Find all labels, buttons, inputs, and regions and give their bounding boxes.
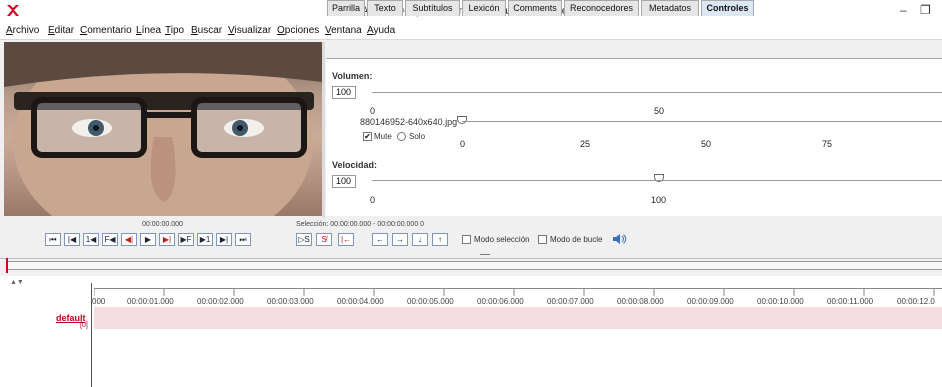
overview-strip[interactable]: [6, 261, 942, 270]
solo-label: Solo: [409, 132, 426, 141]
video-viewer[interactable]: [4, 42, 322, 216]
selection-mode-checkbox[interactable]: [462, 235, 471, 244]
previous-page-button[interactable]: |◀: [64, 233, 80, 246]
menu-opciones[interactable]: Opciones: [277, 25, 319, 36]
vertical-splitter[interactable]: [322, 42, 325, 218]
tier-up-button[interactable]: ↑: [432, 233, 448, 246]
current-time: 00:00:00.000: [142, 221, 183, 228]
menu-buscar[interactable]: Buscar: [191, 25, 222, 36]
tier-default-band[interactable]: [94, 307, 942, 329]
menu-linea[interactable]: Línea: [136, 25, 161, 36]
tab-comments[interactable]: Comments: [508, 0, 562, 16]
media-tick-75: 75: [822, 139, 833, 149]
media-tick-50: 50: [701, 139, 712, 149]
tier-down-button[interactable]: ↓: [412, 233, 428, 246]
menu-archivo[interactable]: Archivo: [6, 25, 39, 36]
next-pixel-button[interactable]: ▶|: [159, 233, 175, 246]
go-to-end-button[interactable]: ⏭: [235, 233, 251, 246]
media-file-name: 880146952-640x640.jpg: [360, 117, 458, 127]
timeline-collapse-icon[interactable]: ▲▼: [10, 279, 24, 286]
previous-second-button[interactable]: 1◀: [83, 233, 99, 246]
speed-input[interactable]: 100: [332, 175, 356, 188]
mute-checkbox[interactable]: ✔: [363, 132, 372, 141]
next-frame-button[interactable]: ▶F: [178, 233, 194, 246]
tier-label-divider[interactable]: [91, 283, 92, 387]
speaker-icon[interactable]: [612, 232, 628, 246]
volume-tick-50: 50: [654, 106, 665, 116]
scroll-right-button[interactable]: →: [392, 233, 408, 246]
volume-tick-0: 0: [370, 106, 376, 116]
selection-mode-label: Modo selección: [474, 235, 530, 244]
selection-readout: Selección: 00:00:00.000 - 00:00:00.000 0: [296, 221, 425, 228]
previous-frame-button[interactable]: F◀: [102, 233, 118, 246]
volume-input[interactable]: 100: [332, 86, 356, 99]
tab-controles[interactable]: Controles: [701, 0, 754, 16]
time-label: 00:00:07.000: [547, 297, 594, 306]
time-label: 00:00:09.000: [687, 297, 734, 306]
tier-annotation-count: [0]: [80, 322, 88, 329]
menu-tipo[interactable]: Tipo: [165, 25, 184, 36]
loop-mode-checkbox[interactable]: [538, 235, 547, 244]
media-tick-0: 0: [460, 139, 466, 149]
splitter-grip[interactable]: [480, 254, 490, 255]
tab-metadatos[interactable]: Metadatos: [641, 0, 699, 16]
menu-bar: Archivo Editar Comentario Línea Tipo Bus…: [0, 22, 942, 40]
menu-ventana[interactable]: Ventana: [325, 25, 362, 36]
tab-parrilla[interactable]: Parrilla: [327, 0, 365, 16]
solo-radio[interactable]: [397, 132, 406, 141]
play-selection-button[interactable]: ▷S: [296, 233, 312, 246]
separator-top: [0, 258, 942, 259]
speed-tick-100: 100: [651, 195, 667, 205]
time-label: 00:00:04.000: [337, 297, 384, 306]
time-label: 00:00:10.000: [757, 297, 804, 306]
volume-label: Volumen:: [332, 71, 373, 81]
maximize-button[interactable]: ❐: [920, 3, 931, 17]
time-label: 00:00:08.000: [617, 297, 664, 306]
mute-label: Mute: [374, 132, 392, 141]
speed-slider-track[interactable]: [372, 180, 942, 181]
time-label: 000: [92, 297, 106, 306]
selection-boundary-button[interactable]: |←: [338, 233, 354, 246]
media-tick-25: 25: [580, 139, 591, 149]
time-label: 00:00:02.000: [197, 297, 244, 306]
tab-reconocedores[interactable]: Reconocedores: [564, 0, 639, 16]
menu-visualizar[interactable]: Visualizar: [228, 25, 271, 36]
previous-pixel-button[interactable]: ◀|: [121, 233, 137, 246]
clear-selection-button[interactable]: S̸: [316, 233, 332, 246]
time-label: 00:00:05.000: [407, 297, 454, 306]
time-label: 00:00:12.0: [897, 297, 935, 306]
menu-editar[interactable]: Editar: [48, 25, 74, 36]
menu-comentario[interactable]: Comentario: [80, 25, 132, 36]
go-to-begin-button[interactable]: ⏮: [45, 233, 61, 246]
time-label: 00:00:06.000: [477, 297, 524, 306]
tab-subtitulos[interactable]: Subtítulos: [405, 0, 460, 16]
scroll-left-button[interactable]: ←: [372, 233, 388, 246]
ruler-ticks: [94, 288, 935, 296]
next-second-button[interactable]: ▶1: [197, 233, 213, 246]
play-button[interactable]: ▶: [140, 233, 156, 246]
menu-ayuda[interactable]: Ayuda: [367, 25, 395, 36]
speed-label: Velocidad:: [332, 160, 378, 170]
time-label: 00:00:01.000: [127, 297, 174, 306]
loop-mode-label: Modo de bucle: [550, 235, 603, 244]
overview-crosshair: [6, 258, 8, 273]
tab-lexicon[interactable]: Lexicón: [462, 0, 506, 16]
media-slider-track[interactable]: [462, 121, 942, 122]
time-label: 00:00:11.000: [827, 297, 874, 306]
volume-slider-track[interactable]: [372, 92, 942, 93]
video-frame: [4, 42, 322, 216]
minimize-button[interactable]: –: [900, 3, 907, 17]
time-label: 00:00:03.000: [267, 297, 314, 306]
speed-tick-0: 0: [370, 195, 376, 205]
next-page-button[interactable]: ▶|: [216, 233, 232, 246]
tab-texto[interactable]: Texto: [367, 0, 403, 16]
